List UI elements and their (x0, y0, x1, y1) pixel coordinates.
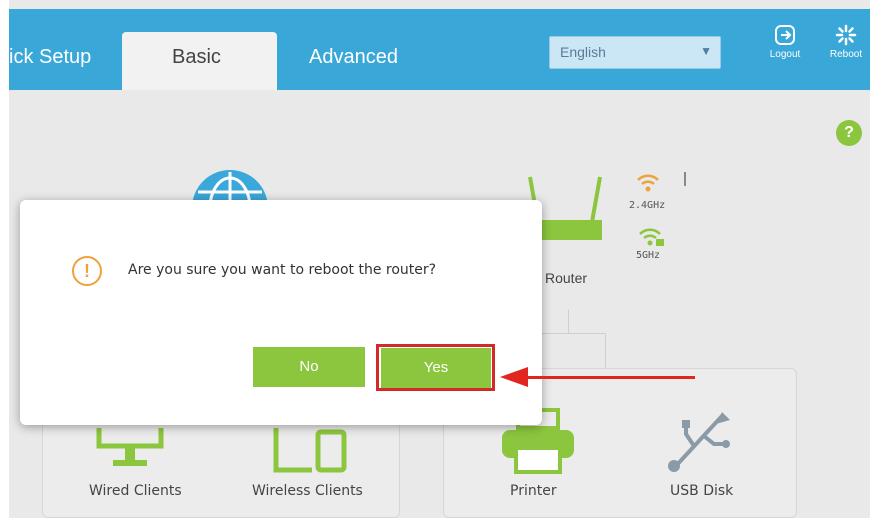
tab-quick-setup[interactable]: ick Setup (9, 46, 91, 69)
reboot-icon (835, 24, 857, 46)
wifi-24ghz-icon (637, 174, 659, 192)
band-5ghz-label: 5GHz (636, 250, 661, 261)
wired-clients-label: Wired Clients (89, 483, 182, 499)
logout-icon (775, 25, 795, 45)
printer-label: Printer (510, 483, 557, 499)
reboot-button[interactable]: Reboot (821, 24, 870, 60)
connector-line (540, 333, 606, 334)
usb-disk-label: USB Disk (670, 483, 734, 499)
divider (684, 172, 686, 186)
chevron-down-icon: ▼ (700, 44, 712, 58)
language-select-value: English (560, 44, 606, 60)
router-label: Router (545, 270, 588, 286)
reboot-confirm-dialog: ! Are you sure you want to reboot the ro… (20, 200, 542, 425)
no-button[interactable]: No (253, 347, 365, 387)
wired-clients-icon[interactable] (95, 428, 165, 472)
logout-button[interactable]: Logout (761, 24, 809, 60)
annotation-arrow-head (500, 367, 528, 387)
band-24ghz-label: 2.4GHz (629, 200, 666, 211)
usb-disk-icon[interactable] (664, 408, 734, 474)
wireless-clients-label: Wireless Clients (252, 483, 363, 499)
connector-line (568, 310, 569, 334)
dialog-message: Are you sure you want to reboot the rout… (128, 262, 437, 278)
tab-basic[interactable]: Basic (172, 46, 221, 69)
tab-advanced[interactable]: Advanced (309, 46, 398, 69)
warning-icon: ! (72, 256, 102, 286)
reboot-label: Reboot (829, 49, 863, 60)
language-select[interactable]: English ▼ (549, 36, 721, 69)
wireless-clients-icon[interactable] (272, 428, 352, 474)
connector-line (605, 333, 606, 368)
yes-button[interactable]: Yes (381, 348, 491, 388)
top-navigation-bar: ick Setup Basic Advanced English ▼ Logou… (9, 9, 870, 90)
logout-label: Logout (769, 49, 801, 60)
left-margin (0, 0, 9, 518)
help-button[interactable]: ? (836, 120, 862, 146)
annotation-arrow (525, 376, 695, 379)
wifi-5ghz-icon (639, 228, 664, 246)
